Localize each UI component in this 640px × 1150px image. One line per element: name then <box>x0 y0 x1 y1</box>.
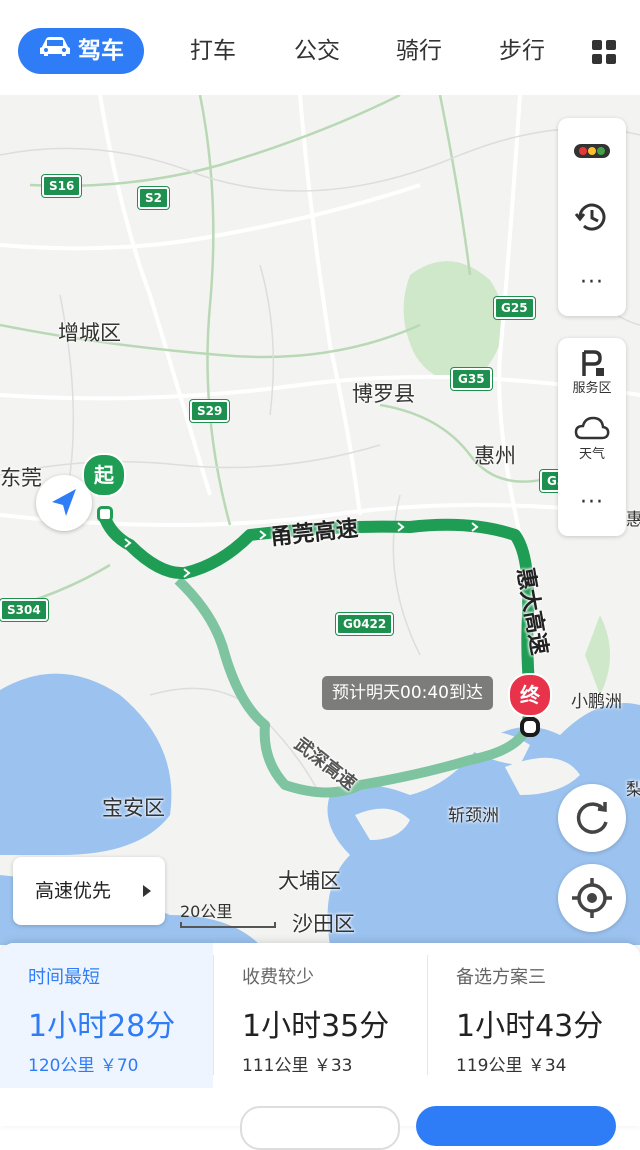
weather-button[interactable]: 天气 <box>558 404 626 470</box>
place-boluo: 博罗县 <box>352 382 415 406</box>
place-right-edge-2: 梨 <box>626 780 640 800</box>
tab-driving[interactable]: 驾车 <box>18 28 144 74</box>
locate-icon <box>572 878 612 918</box>
refresh-route-button[interactable] <box>558 784 626 852</box>
map-tools-card: ··· <box>558 118 626 316</box>
more-dots-icon: ··· <box>580 490 604 515</box>
start-point-dot <box>97 506 113 522</box>
route-option-alternative-3[interactable]: 备选方案三 1小时43分 119公里 ￥34 <box>428 943 640 1088</box>
route-distance-toll: 119公里 ￥34 <box>456 1056 567 1076</box>
end-marker[interactable]: 终 <box>508 673 552 717</box>
more-dots-icon: ··· <box>580 270 604 295</box>
secondary-action-button[interactable] <box>240 1106 400 1150</box>
place-huizhou: 惠州 <box>474 444 516 468</box>
info-tools-card: 服务区 天气 ··· <box>558 338 626 536</box>
route-duration: 1小时43分 <box>456 1009 604 1044</box>
place-shatian: 沙田区 <box>292 912 355 936</box>
highway-shield-g0422: G0422 <box>336 613 394 635</box>
current-location-icon[interactable] <box>36 475 92 531</box>
highway-shield-s29: S29 <box>190 400 230 422</box>
place-baoan: 宝安区 <box>102 796 165 820</box>
map-scale-bar <box>180 922 276 928</box>
highway-shield-s304: S304 <box>0 599 48 621</box>
place-right-edge-1: 惠 <box>626 510 640 530</box>
traffic-toggle[interactable] <box>558 118 626 184</box>
triangle-right-icon <box>143 885 151 897</box>
route-option-low-toll[interactable]: 收费较少 1小时35分 111公里 ￥33 <box>214 943 427 1088</box>
clock-refresh-icon <box>574 203 606 231</box>
service-area-label: 服务区 <box>572 381 612 396</box>
highway-shield-s16: S16 <box>42 175 82 197</box>
service-area-button[interactable]: 服务区 <box>558 338 626 404</box>
route-preference-button[interactable]: 高速优先 <box>13 857 165 925</box>
traffic-light-icon <box>574 144 610 158</box>
start-navigation-button[interactable] <box>416 1106 616 1146</box>
map-scale-label: 20公里 <box>180 902 233 921</box>
end-point-dot <box>520 717 540 737</box>
place-dapeng: 大埔区 <box>278 869 341 893</box>
route-name: 收费较少 <box>242 967 314 988</box>
route-map[interactable]: 增城区 博罗县 惠州 东莞 宝安区 大埔区 沙田区 小鹏洲 斩颈洲 惠 梨 S1… <box>0 95 640 945</box>
tab-driving-label: 驾车 <box>78 38 124 64</box>
grid-menu-icon[interactable] <box>592 40 616 64</box>
history-button[interactable] <box>558 184 626 250</box>
route-preference-label: 高速优先 <box>35 880 112 902</box>
place-xiaopengzhou: 小鹏洲 <box>571 692 622 712</box>
car-icon <box>38 27 72 73</box>
weather-label: 天气 <box>578 447 605 462</box>
tab-transit[interactable]: 公交 <box>287 28 347 74</box>
tab-taxi[interactable]: 打车 <box>183 28 243 74</box>
route-option-fastest[interactable]: 时间最短 1小时28分 120公里 ￥70 <box>0 943 213 1088</box>
place-qianjingzhou: 斩颈洲 <box>448 806 499 826</box>
more-tools-button[interactable]: ··· <box>558 250 626 316</box>
tab-cycling[interactable]: 骑行 <box>389 28 449 74</box>
route-duration: 1小时35分 <box>242 1009 390 1044</box>
highway-shield-g25: G25 <box>494 297 535 319</box>
route-name: 备选方案三 <box>456 967 546 988</box>
end-marker-label: 终 <box>520 683 540 707</box>
highway-shield-s2: S2 <box>138 187 169 209</box>
refresh-icon <box>576 802 608 834</box>
route-name: 时间最短 <box>28 967 100 988</box>
route-options-panel: 时间最短 1小时28分 120公里 ￥70 收费较少 1小时35分 111公里 … <box>0 943 640 1150</box>
locate-button[interactable] <box>558 864 626 932</box>
start-marker-label: 起 <box>94 463 114 487</box>
route-distance-toll: 120公里 ￥70 <box>28 1056 139 1076</box>
eta-bubble: 预计明天00:40到达 <box>322 676 493 710</box>
route-duration: 1小时28分 <box>28 1009 176 1044</box>
tab-walking[interactable]: 步行 <box>492 28 552 74</box>
place-zengcheng: 增城区 <box>58 321 121 345</box>
more-info-button[interactable]: ··· <box>558 470 626 536</box>
transport-mode-tabs: 驾车 打车 公交 骑行 步行 <box>0 0 640 95</box>
highway-shield-g35: G35 <box>451 368 492 390</box>
route-distance-toll: 111公里 ￥33 <box>242 1056 353 1076</box>
